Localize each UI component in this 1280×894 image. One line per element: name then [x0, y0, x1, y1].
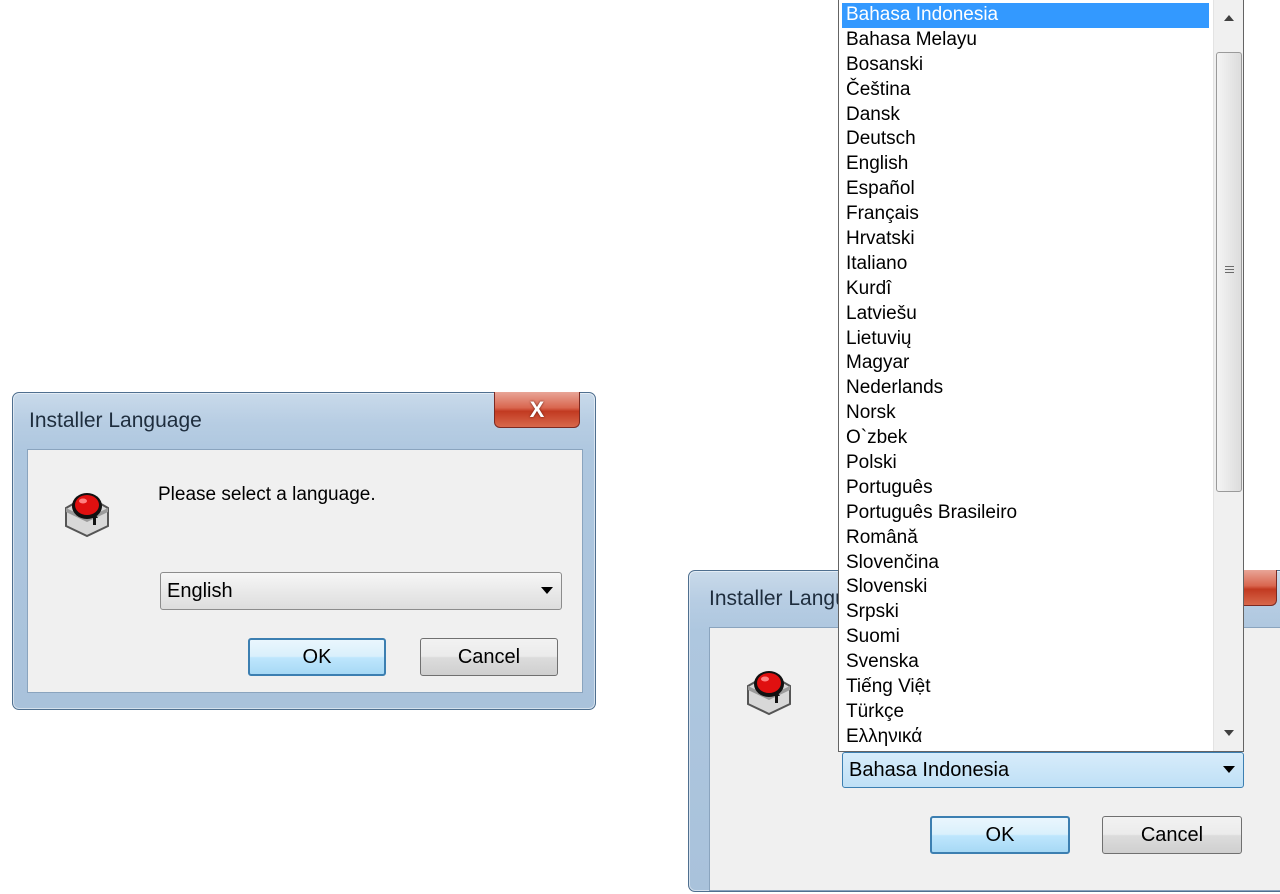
ok-button[interactable]: OK	[930, 816, 1070, 854]
vertical-scrollbar[interactable]	[1213, 0, 1243, 751]
language-option[interactable]: Srpski	[842, 600, 1209, 625]
language-option[interactable]: Português Brasileiro	[842, 501, 1209, 526]
installer-language-dialog: Installer Language X Please select a lan…	[12, 392, 596, 710]
language-dropdown-list[interactable]: Bahasa Indonesia Bahasa Melayu Bosanski Češ…	[838, 0, 1244, 752]
ok-button[interactable]: OK	[248, 638, 386, 676]
scroll-up-button[interactable]	[1214, 2, 1243, 34]
language-option[interactable]: English	[842, 152, 1209, 177]
language-option[interactable]: Svenska	[842, 650, 1209, 675]
language-option[interactable]: Bosanski	[842, 53, 1209, 78]
language-option[interactable]: Suomi	[842, 625, 1209, 650]
close-button[interactable]: X	[494, 392, 580, 428]
language-option[interactable]: Nederlands	[842, 376, 1209, 401]
language-option[interactable]: Español	[842, 177, 1209, 202]
language-option[interactable]: O`zbek	[842, 426, 1209, 451]
language-option[interactable]: Tiếng Việt	[842, 675, 1209, 700]
scroll-down-button[interactable]	[1214, 717, 1243, 749]
language-option[interactable]: Hrvatski	[842, 227, 1209, 252]
dialog-title: Installer Language	[29, 409, 202, 432]
language-option[interactable]: Polski	[842, 451, 1209, 476]
language-option[interactable]: Română	[842, 526, 1209, 551]
language-option[interactable]: Kurdî	[842, 277, 1209, 302]
language-option[interactable]: Bahasa Melayu	[842, 28, 1209, 53]
cancel-button[interactable]: Cancel	[1102, 816, 1242, 854]
language-option[interactable]: Français	[842, 202, 1209, 227]
grip-line	[1225, 269, 1234, 270]
language-option[interactable]: Bahasa Indonesia	[842, 3, 1209, 28]
language-option[interactable]: Lietuvių	[842, 327, 1209, 352]
chevron-down-icon	[541, 587, 553, 594]
cancel-button[interactable]: Cancel	[420, 638, 558, 676]
language-option[interactable]: Italiano	[842, 252, 1209, 277]
arrow-down-icon	[1224, 730, 1234, 736]
language-option[interactable]: Latviešu	[842, 302, 1209, 327]
chevron-down-icon	[1223, 766, 1235, 773]
select-language-prompt: Please select a language.	[158, 484, 376, 505]
installer-app-icon	[747, 671, 791, 716]
grip-line	[1225, 266, 1234, 267]
language-options: Bahasa Indonesia Bahasa Melayu Bosanski Češ…	[842, 3, 1209, 750]
language-option[interactable]: Slovenčina	[842, 551, 1209, 576]
language-combobox[interactable]: English	[160, 572, 562, 610]
language-option[interactable]: Magyar	[842, 351, 1209, 376]
language-option[interactable]: Ελληνικά	[842, 725, 1209, 750]
arrow-up-icon	[1224, 15, 1234, 21]
selected-language: Bahasa Indonesia	[849, 759, 1010, 781]
grip-line	[1225, 272, 1234, 273]
installer-app-icon	[65, 493, 109, 538]
language-option[interactable]: Slovenski	[842, 575, 1209, 600]
language-option[interactable]: Dansk	[842, 103, 1209, 128]
language-option[interactable]: Norsk	[842, 401, 1209, 426]
language-option[interactable]: Türkçe	[842, 700, 1209, 725]
language-option[interactable]: Čeština	[842, 78, 1209, 103]
scroll-thumb[interactable]	[1216, 52, 1242, 492]
language-combobox[interactable]: Bahasa Indonesia	[842, 752, 1244, 788]
selected-language: English	[167, 580, 233, 602]
language-option[interactable]: Português	[842, 476, 1209, 501]
dialog-client-area: Please select a language. English OK Can…	[27, 449, 583, 693]
language-option[interactable]: Deutsch	[842, 127, 1209, 152]
